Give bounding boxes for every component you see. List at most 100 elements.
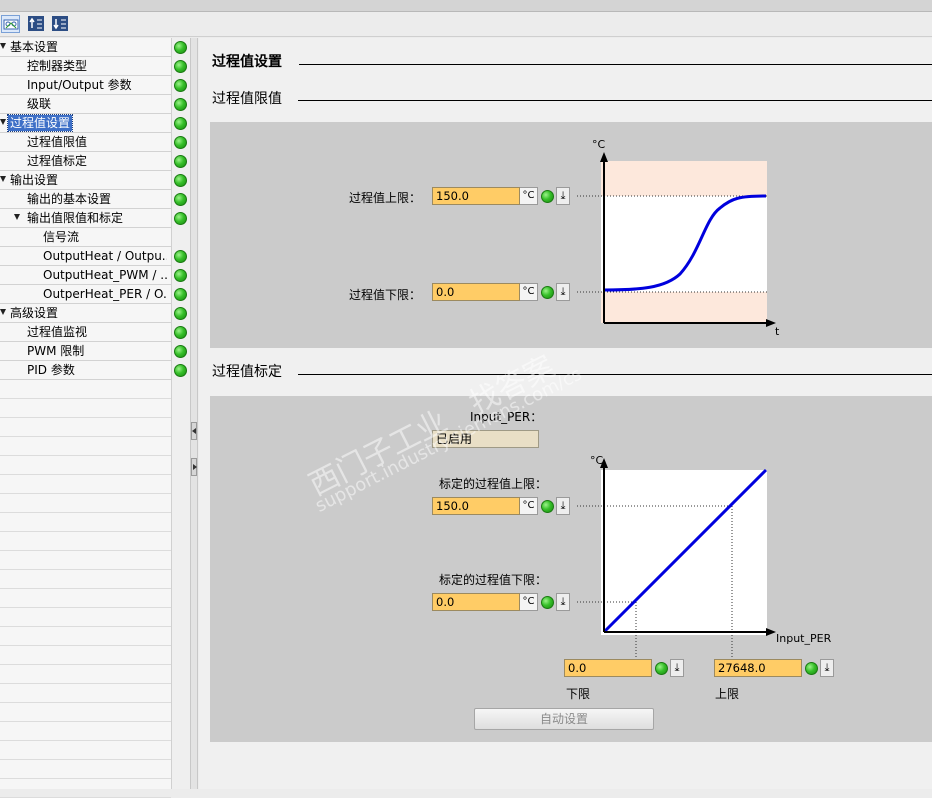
expand-arrow-icon[interactable] <box>0 176 6 182</box>
download-icon[interactable]: ⤓ <box>556 283 570 301</box>
nav-item[interactable]: 高级设置 <box>0 304 171 323</box>
process-value-settings-page: 过程值设置 过程值限值 °C t 过程值上限： 150.0 °C ⤓ 过程值下限… <box>199 38 932 789</box>
status-column <box>171 38 190 789</box>
upper-label: 上限 <box>715 687 740 701</box>
nav-empty-row <box>0 437 171 456</box>
expand-arrow-icon[interactable] <box>14 214 20 220</box>
download-icon[interactable]: ⤓ <box>556 497 570 515</box>
nav-item[interactable]: 输出的基本设置 <box>0 190 171 209</box>
chart-x-label: t <box>775 325 780 338</box>
scaling-section-title: 过程值标定 <box>212 364 282 380</box>
nav-item[interactable]: 级联 <box>0 95 171 114</box>
scaled-high-input[interactable]: 150.0 <box>432 497 520 515</box>
nav-item-label: 过程值限值 <box>27 135 88 149</box>
high-limit-label: 过程值上限： <box>349 191 422 205</box>
download-icon[interactable]: ⤓ <box>820 659 834 677</box>
nav-item-label: 过程值设置 <box>6 114 74 132</box>
status-ok-icon <box>805 662 818 675</box>
status-ok-icon <box>174 193 187 206</box>
title-divider <box>299 64 932 65</box>
status-ok-icon <box>541 190 554 203</box>
nav-item-label: 输出的基本设置 <box>27 192 112 206</box>
status-ok-icon <box>174 212 187 225</box>
nav-item[interactable]: 控制器类型 <box>0 57 171 76</box>
status-ok-icon <box>174 345 187 358</box>
scaled-low-input[interactable]: 0.0 <box>432 593 520 611</box>
nav-empty-row <box>0 551 171 570</box>
scaling-divider <box>298 374 932 375</box>
scaled-high-label: 标定的过程值上限： <box>439 477 548 491</box>
nav-item-label: OutperHeat_PER / O... <box>43 287 167 301</box>
settings-navigation-tree: 基本设置 控制器类型 Input/Output 参数级联过程值设置过程值限值过程值标… <box>0 38 190 798</box>
status-ok-icon <box>174 307 187 320</box>
toolbar <box>0 12 932 37</box>
download-icon[interactable]: ⤓ <box>670 659 684 677</box>
nav-item[interactable]: 过程值设置 <box>0 114 171 133</box>
expand-arrow-icon[interactable] <box>0 119 6 125</box>
status-ok-icon <box>541 596 554 609</box>
nav-empty-row <box>0 684 171 703</box>
panel-splitter[interactable] <box>190 38 198 789</box>
status-ok-icon <box>655 662 668 675</box>
top-frame-bar <box>0 0 932 12</box>
nav-empty-row <box>0 627 171 646</box>
nav-empty-row <box>0 380 171 399</box>
nav-item-label: 输出设置 <box>10 173 59 187</box>
nav-item-label: 级联 <box>27 97 52 111</box>
nav-empty-row <box>0 418 171 437</box>
expand-right-icon[interactable] <box>191 458 197 476</box>
status-ok-icon <box>174 98 187 111</box>
limits-section-title: 过程值限值 <box>212 91 282 107</box>
expand-arrow-icon[interactable] <box>0 43 6 49</box>
input-per-lower-input[interactable]: 0.0 <box>564 659 652 677</box>
nav-item[interactable]: 基本设置 <box>0 38 171 57</box>
chart-y-label: °C <box>590 454 604 467</box>
nav-empty-row <box>0 741 171 760</box>
chart-y-label: °C <box>592 138 606 151</box>
status-ok-icon <box>174 326 187 339</box>
status-ok-icon <box>174 250 187 263</box>
nav-item-label: 过程值标定 <box>27 154 88 168</box>
status-ok-icon <box>541 500 554 513</box>
high-limit-input[interactable]: 150.0 <box>432 187 520 205</box>
nav-item[interactable]: OutputHeat / Outpu... <box>0 247 171 266</box>
nav-item[interactable]: 过程值限值 <box>0 133 171 152</box>
limits-chart <box>577 152 776 327</box>
input-per-upper-input[interactable]: 27648.0 <box>714 659 802 677</box>
expand-all-icon[interactable] <box>27 15 46 33</box>
expand-arrow-icon[interactable] <box>0 309 6 315</box>
nav-item[interactable]: OutperHeat_PER / O... <box>0 285 171 304</box>
nav-item[interactable]: 输出设置 <box>0 171 171 190</box>
collapse-all-icon[interactable] <box>51 15 70 33</box>
status-ok-icon <box>174 79 187 92</box>
nav-item[interactable]: Input/Output 参数 <box>0 76 171 95</box>
nav-item[interactable]: 输出值限值和标定 <box>0 209 171 228</box>
scaled-low-label: 标定的过程值下限： <box>439 573 548 587</box>
auto-settings-button[interactable]: 自动设置 <box>474 708 654 730</box>
download-icon[interactable]: ⤓ <box>556 187 570 205</box>
nav-empty-row <box>0 399 171 418</box>
nav-empty-row <box>0 570 171 589</box>
limits-divider <box>298 100 932 101</box>
collapse-left-icon[interactable] <box>191 422 197 440</box>
status-ok-icon <box>174 117 187 130</box>
view-mode-icon[interactable] <box>1 15 20 33</box>
nav-item[interactable]: 过程值标定 <box>0 152 171 171</box>
nav-empty-row <box>0 475 171 494</box>
nav-item-label: PWM 限制 <box>27 344 85 358</box>
nav-empty-row <box>0 722 171 741</box>
scaled-high-unit: °C <box>520 497 538 515</box>
nav-item[interactable]: OutputHeat_PWM / ... <box>0 266 171 285</box>
lower-label: 下限 <box>566 687 591 701</box>
scaling-panel: °C Input_PER Input_PER： 已启用 标定的过程值上限： 15… <box>210 396 932 742</box>
nav-item-label: 过程值监视 <box>27 325 88 339</box>
nav-item[interactable]: PWM 限制 <box>0 342 171 361</box>
download-icon[interactable]: ⤓ <box>556 593 570 611</box>
status-ok-icon <box>174 364 187 377</box>
nav-empty-row <box>0 760 171 779</box>
nav-item[interactable]: 过程值监视 <box>0 323 171 342</box>
nav-item[interactable]: 信号流 <box>0 228 171 247</box>
nav-item-label: 输出值限值和标定 <box>27 211 124 225</box>
low-limit-input[interactable]: 0.0 <box>432 283 520 301</box>
nav-item[interactable]: PID 参数 <box>0 361 171 380</box>
